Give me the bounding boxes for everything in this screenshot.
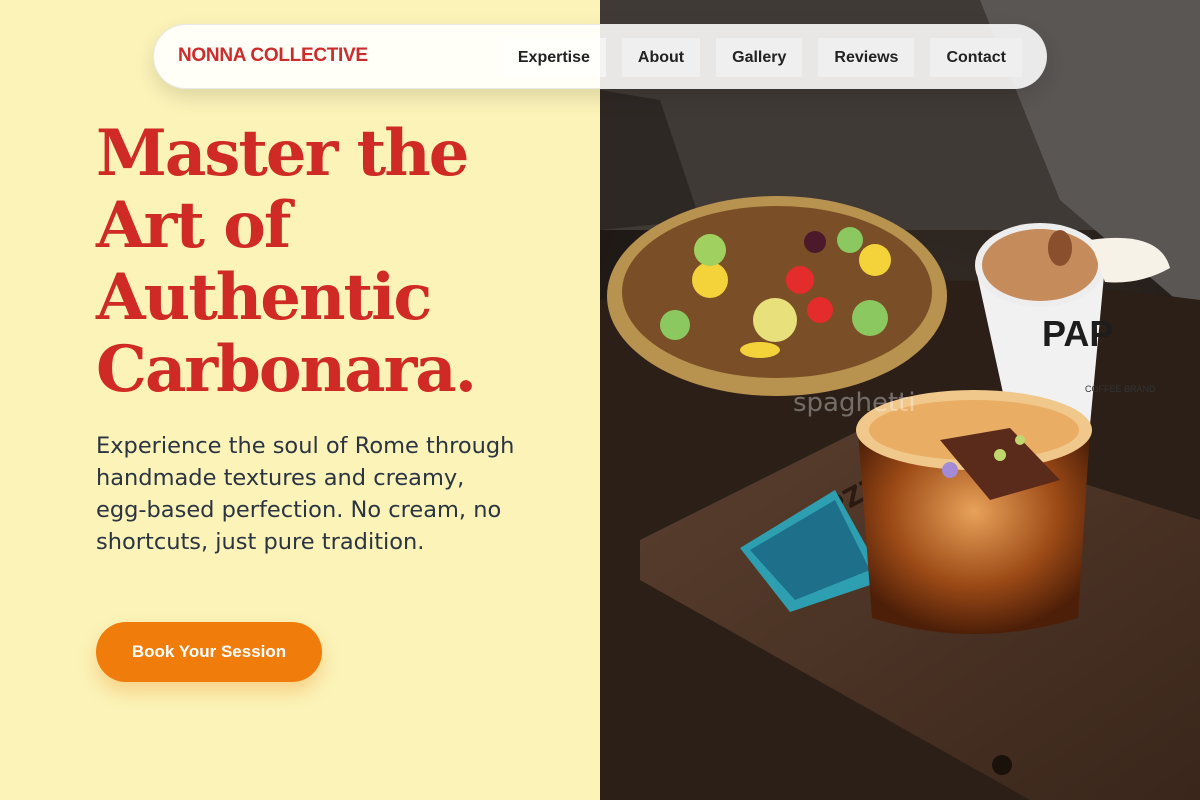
brand-logo[interactable]: NONNA COLLECTIVE — [178, 45, 368, 67]
hero-left-panel: Master the Art of Authentic Carbonara. E… — [0, 0, 600, 800]
cup-subtext: COFFEE BRAND — [1085, 384, 1156, 394]
nav-link-reviews[interactable]: Reviews — [818, 38, 915, 77]
book-session-button[interactable]: Book Your Session — [96, 622, 322, 682]
nav-link-expertise[interactable]: Expertise — [501, 38, 606, 77]
nav-links: Expertise About Gallery Reviews Contact — [501, 38, 1022, 77]
hero-headline: Master the Art of Authentic Carbonara. — [96, 116, 477, 407]
top-navigation: NONNA COLLECTIVE Expertise About Gallery… — [153, 24, 1047, 89]
cup-brand-text: PAP — [1042, 313, 1113, 354]
nav-link-about[interactable]: About — [621, 38, 701, 77]
hero-subtext: Experience the soul of Rome through hand… — [96, 433, 515, 555]
hero-photo: PAPZZ PAP COFFEE BRAND spag — [600, 0, 1200, 800]
nav-link-gallery[interactable]: Gallery — [716, 38, 803, 77]
watermark-text: spaghetti — [793, 388, 916, 418]
nav-link-contact[interactable]: Contact — [930, 38, 1022, 77]
